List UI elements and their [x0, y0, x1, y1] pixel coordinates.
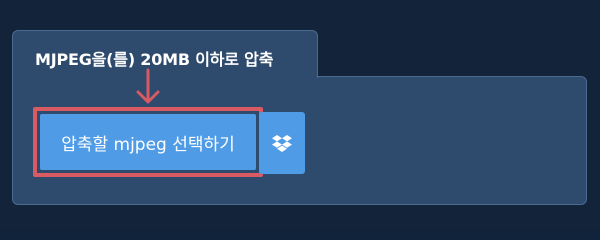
tab-title: MJPEG을(를) 20MB 이하로 압축 — [35, 50, 274, 69]
dropbox-icon — [272, 134, 292, 152]
tab-compress-mjpeg[interactable]: MJPEG을(를) 20MB 이하로 압축 — [12, 30, 318, 78]
dropbox-button[interactable] — [259, 112, 305, 174]
compress-widget: MJPEG을(를) 20MB 이하로 압축 압축할 mjpeg 선택하기 — [0, 0, 600, 230]
select-mjpeg-button[interactable]: 압축할 mjpeg 선택하기 — [40, 114, 256, 170]
select-mjpeg-label: 압축할 mjpeg 선택하기 — [61, 134, 235, 155]
pointer-arrow-icon — [136, 68, 160, 104]
